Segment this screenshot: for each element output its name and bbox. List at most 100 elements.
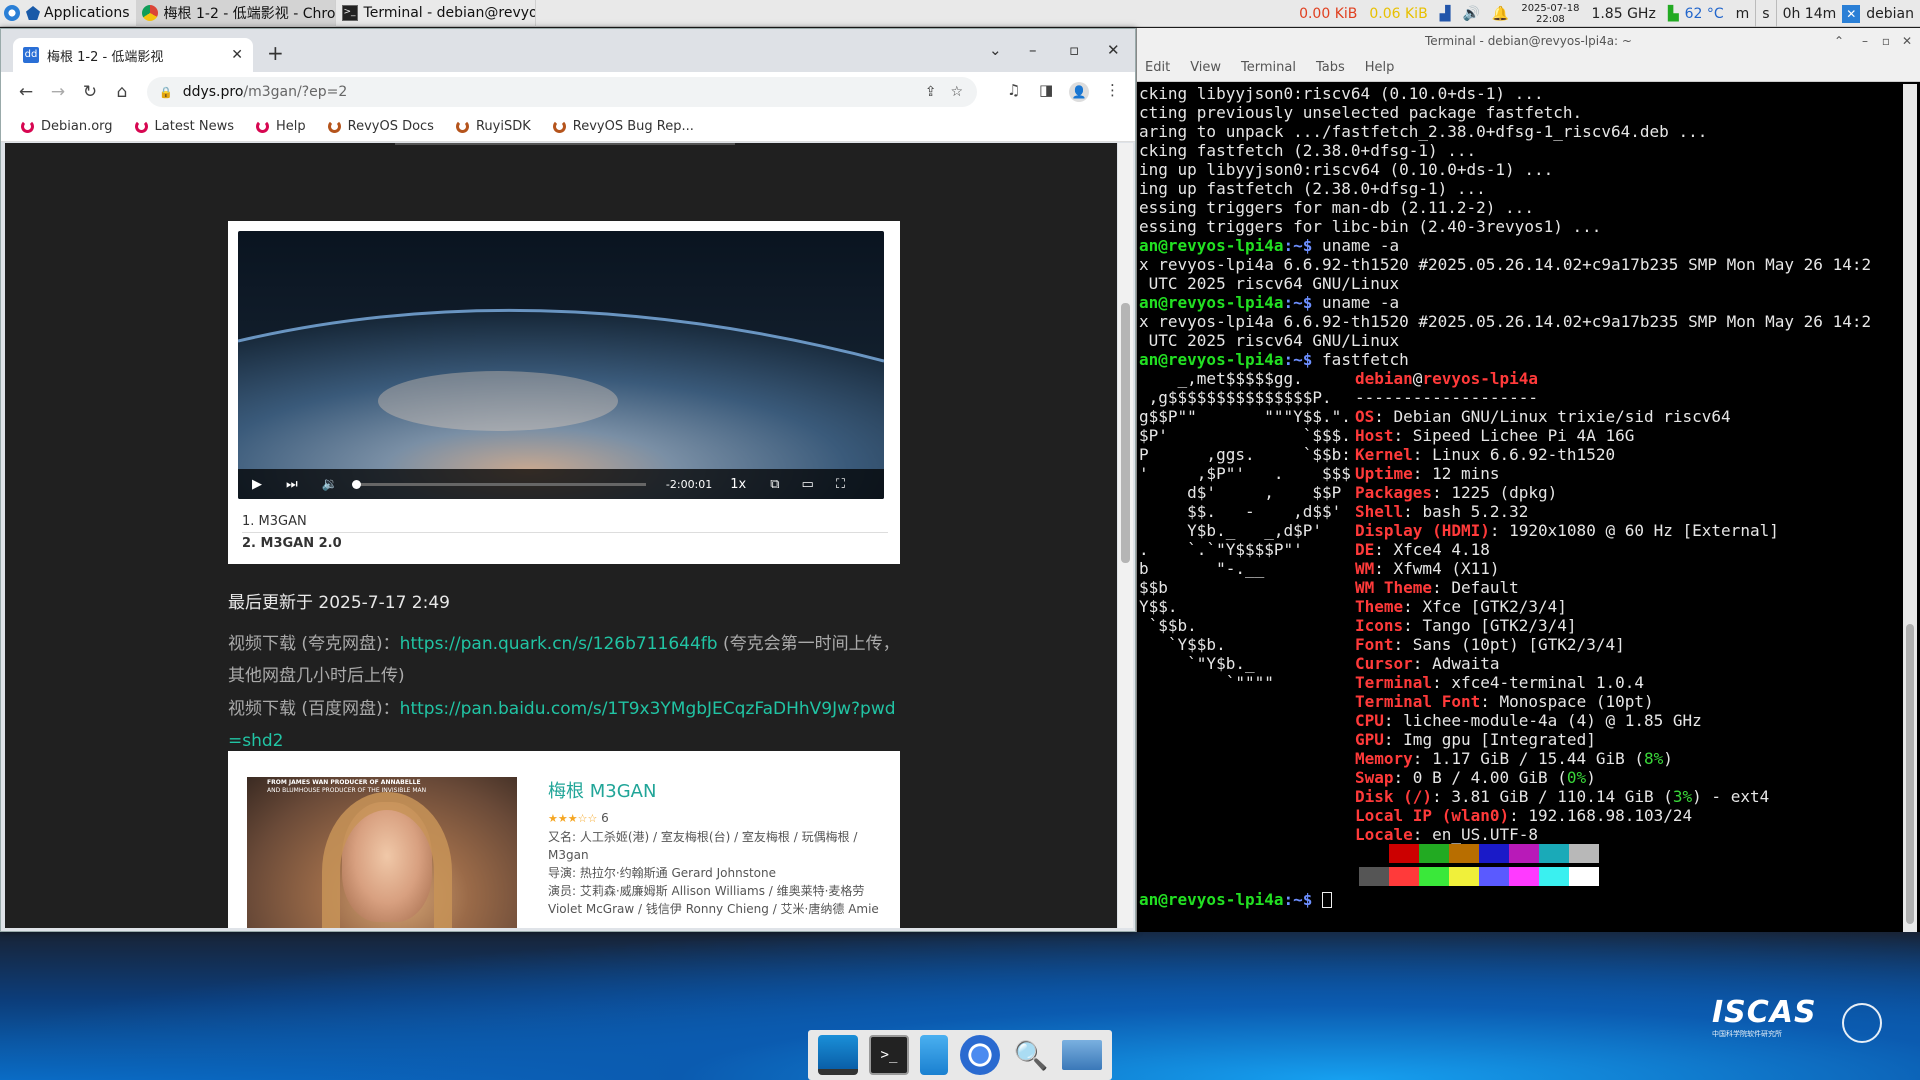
next-episode-icon[interactable]: ⏭ — [286, 477, 298, 492]
movie-poster[interactable]: FROM JAMES WAN PRODUCER OF ANNABELLE AND… — [247, 777, 517, 928]
terminal-text: aring to unpack .../fastfetch_2.38.0+dfs… — [1139, 122, 1708, 141]
distro-logo-line: `Y$$b. — [1139, 635, 1226, 654]
prompt-path: :~$ — [1283, 350, 1313, 369]
scrollbar-thumb[interactable] — [1121, 303, 1130, 563]
video-progress-knob[interactable] — [351, 479, 361, 489]
terminal-menu-item[interactable]: Tabs — [1316, 60, 1345, 75]
bookmark-star-icon[interactable]: ☆ — [950, 84, 963, 100]
share-icon[interactable]: ⇪ — [925, 84, 937, 100]
bookmark-item[interactable]: Help — [255, 119, 306, 134]
iscas-logo-text: ISCAS — [1712, 995, 1817, 1030]
browser-menu-icon[interactable]: ⋮ — [1105, 81, 1120, 99]
terminal-text: x revyos-lpi4a 6.6.92-th1520 #2025.05.26… — [1139, 255, 1872, 274]
episode-item[interactable]: 1. M3GAN — [242, 511, 888, 533]
ff-value: xfce4-terminal 1.0.4 — [1451, 673, 1644, 692]
minimize-button[interactable]: – — [1029, 41, 1037, 59]
ff-separator: ------------------- — [1355, 388, 1539, 407]
episode-item-current[interactable]: 2. M3GAN 2.0 — [242, 533, 888, 555]
rating-value: 6 — [601, 811, 609, 825]
app-finder-icon[interactable]: 🔍 — [1011, 1035, 1051, 1075]
address-bar[interactable]: 🔒 ddys.pro/m3gan/?ep=2 ⇪ ☆ — [147, 77, 977, 107]
side-panel-icon[interactable]: ◨ — [1039, 81, 1053, 99]
taskbar-item-terminal[interactable]: >_ Terminal - debian@revyos... — [336, 0, 536, 27]
terminal-line: Local IP (wlan0): 192.168.98.103/24 — [1355, 806, 1693, 825]
volume-icon[interactable]: 🔊 — [1456, 0, 1485, 27]
tab-search-chevron-icon[interactable]: ⌄ — [989, 41, 1002, 59]
reload-icon[interactable]: ↻ — [77, 82, 103, 102]
terminal-scrollbar-thumb[interactable] — [1906, 624, 1914, 924]
terminal-menu-item[interactable]: View — [1190, 60, 1221, 75]
ff-key: Locale — [1355, 825, 1413, 844]
network-signal-icon[interactable]: ▟ — [1434, 0, 1457, 27]
page-scrollbar[interactable] — [1118, 143, 1133, 928]
maximize-button[interactable]: ▫ — [1069, 41, 1079, 59]
theater-mode-icon[interactable]: ▭ — [802, 477, 814, 492]
color-swatch — [1539, 867, 1569, 886]
terminal-title: Terminal - debian@revyos-lpi4a: ~ — [1425, 34, 1632, 48]
url-host: ddys.pro — [182, 84, 244, 100]
browser-tab-title: 梅根 1-2 - 低端影视 — [47, 49, 164, 65]
terminal-line: cking fastfetch (2.38.0+dfsg-1) ... — [1139, 141, 1901, 160]
tab-close-icon[interactable]: ✕ — [231, 47, 243, 63]
bookmark-item[interactable]: Latest News — [134, 119, 234, 134]
bookmark-item[interactable]: RuyiSDK — [455, 119, 531, 134]
home-icon[interactable]: ⌂ — [109, 82, 135, 102]
clock[interactable]: 2025-07-18 22:08 — [1515, 0, 1585, 27]
pip-icon[interactable]: ⧉ — [770, 477, 779, 492]
forward-icon[interactable]: → — [45, 82, 71, 102]
terminal-text: UTC 2025 riscv64 GNU/Linux — [1139, 274, 1400, 293]
terminal-menu-item[interactable]: Help — [1365, 60, 1395, 75]
new-tab-button[interactable]: + — [267, 41, 284, 65]
fullscreen-icon[interactable]: ⛶ — [836, 477, 845, 492]
terminal-cursor — [1322, 892, 1333, 908]
terminal-close-button[interactable]: ✕ — [1902, 28, 1912, 54]
user-name[interactable]: debian — [1860, 0, 1920, 27]
file-manager-icon[interactable] — [920, 1035, 949, 1075]
media-control-icon[interactable]: ♫ — [1007, 81, 1020, 99]
color-swatch — [1479, 867, 1509, 886]
ff-value: Xfwm4 (X11) — [1393, 559, 1500, 578]
download-quark-label: 视频下载 (夸克网盘)： — [228, 634, 400, 654]
terminal-output[interactable]: cking libyyjson0:riscv64 (0.10.0+ds-1) .… — [1139, 84, 1901, 932]
terminal-titlebar[interactable]: Terminal - debian@revyos-lpi4a: ~ ⌃ – ▫ … — [1137, 28, 1920, 54]
back-icon[interactable]: ← — [13, 82, 39, 102]
bookmark-swirl-icon — [327, 120, 341, 133]
bookmark-swirl-icon — [552, 120, 566, 133]
notification-bell-icon[interactable]: 🔔 — [1486, 0, 1515, 27]
chromium-launcher-icon[interactable] — [959, 1035, 1000, 1075]
volume-icon[interactable]: 🔉 — [322, 477, 338, 492]
terminal-scrollbar[interactable] — [1903, 84, 1917, 932]
taskbar-item-browser[interactable]: 梅根 1-2 - 低端影视 - Chro... — [135, 0, 336, 27]
terminal-menu-item[interactable]: Terminal — [1241, 60, 1296, 75]
bookmark-item[interactable]: RevyOS Docs — [327, 119, 434, 134]
terminal-line: P ,ggs. `$$b: Kernel: Linux 6.6.92-th1520 — [1139, 445, 1616, 464]
bookmark-item[interactable]: RevyOS Bug Rep... — [552, 119, 694, 134]
terminal-launcher-icon[interactable]: >_ — [868, 1035, 909, 1075]
terminal-shade-icon[interactable]: ⌃ — [1834, 28, 1844, 54]
movie-title-link[interactable]: 梅根 M3GAN — [548, 777, 656, 803]
home-folder-icon[interactable] — [1062, 1040, 1103, 1070]
bookmark-item[interactable]: Debian.org — [21, 119, 113, 134]
video-player[interactable]: ▶ ⏭ 🔉 -2:00:01 1x ⧉ ▭ ⛶ — [238, 231, 884, 499]
show-desktop-icon[interactable] — [817, 1035, 858, 1075]
video-progress-bar[interactable] — [351, 479, 646, 489]
ff-value: Linux 6.6.92-th1520 — [1432, 445, 1616, 464]
terminal-line: an@revyos-lpi4a:~$ uname -a — [1139, 236, 1901, 255]
prompt-user: an@revyos-lpi4a — [1139, 293, 1284, 312]
applications-menu-button[interactable]: Applications — [0, 0, 136, 27]
terminal-maximize-button[interactable]: ▫ — [1882, 28, 1890, 54]
play-icon[interactable]: ▶ — [252, 477, 262, 492]
profile-avatar-icon[interactable]: 👤 — [1069, 82, 1089, 102]
ff-value: Sans (10pt) [GTK2/3/4] — [1412, 635, 1625, 654]
terminal-menu-item[interactable]: Edit — [1145, 60, 1170, 75]
playback-speed[interactable]: 1x — [730, 477, 746, 492]
ff-value: Xfce [GTK2/3/4] — [1422, 597, 1567, 616]
ff-key: Host — [1355, 426, 1394, 445]
browser-tab-active[interactable]: dd 梅根 1-2 - 低端影视 ✕ — [13, 38, 253, 72]
terminal-minimize-button[interactable]: – — [1862, 28, 1868, 54]
close-button[interactable]: ✕ — [1107, 41, 1120, 59]
download-quark-link[interactable]: https://pan.quark.cn/s/126b711644fb — [400, 634, 718, 654]
color-swatch — [1449, 844, 1479, 863]
ff-at: @ — [1412, 369, 1423, 388]
user-switch-icon[interactable]: ✕ — [1842, 4, 1861, 23]
